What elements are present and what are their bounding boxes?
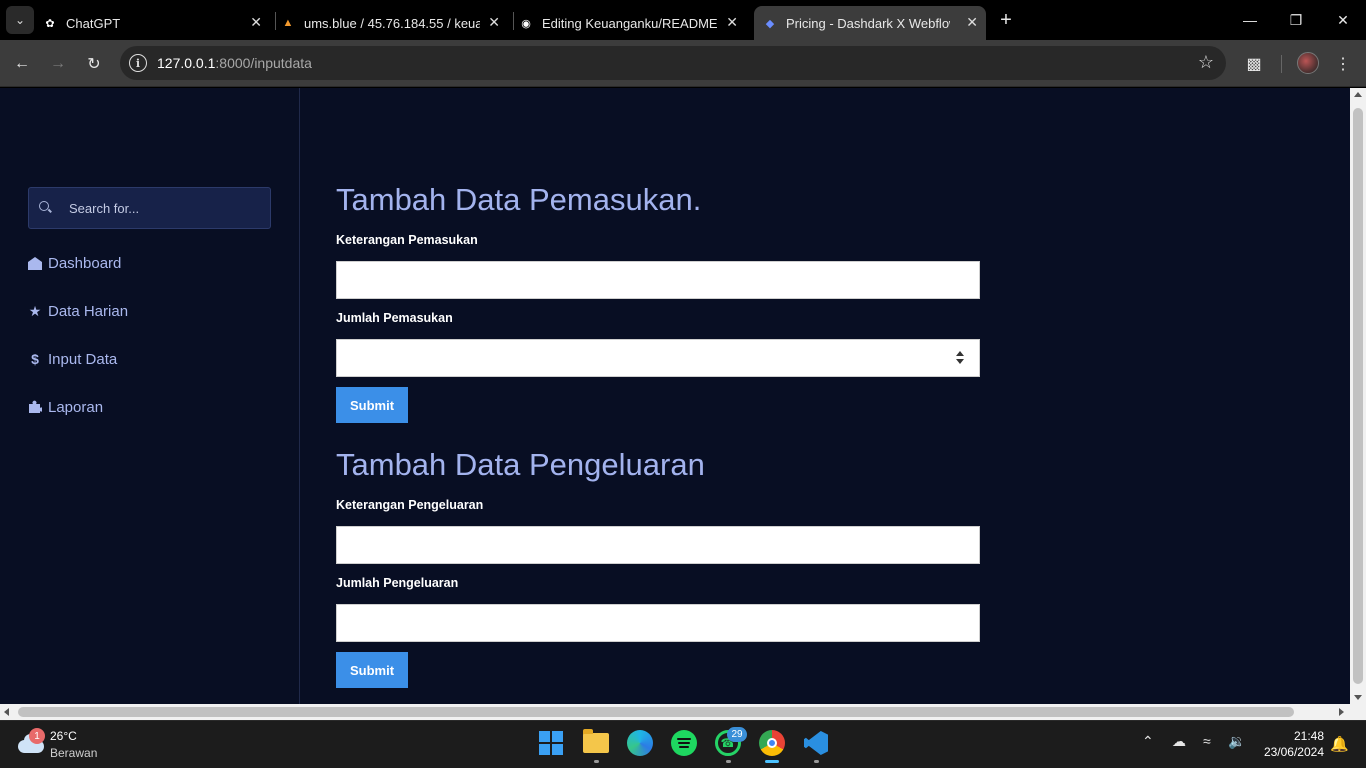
number-spinner-icon[interactable] [955,351,965,365]
expense-description-label: Keterangan Pengeluaran [336,498,484,512]
sidebar-item-label: Laporan [48,398,104,416]
browser-toolbar: ← → ↻ i 127.0.0.1:8000/inputdata ☆ ▩ ⋮ [0,40,1366,87]
spotify-icon[interactable] [670,729,698,757]
github-icon: ◉ [521,17,531,30]
expense-amount-label: Jumlah Pengeluaran [336,576,459,590]
forward-button[interactable]: → [45,51,71,77]
income-submit-button[interactable]: Submit [336,387,408,423]
menu-icon[interactable]: ⋮ [1330,51,1356,77]
scroll-right-icon[interactable] [1339,708,1344,716]
notification-bell-icon[interactable]: 🔔 [1330,735,1349,753]
income-description-label: Keterangan Pemasukan [336,233,478,247]
home-icon [28,256,42,270]
sidebar-item-label: Data Harian [48,302,129,320]
income-amount-label: Jumlah Pemasukan [336,311,453,325]
back-button[interactable]: ← [9,51,35,77]
weather-condition[interactable]: Berawan [50,746,97,760]
bookmark-star-icon[interactable]: ☆ [1198,52,1214,73]
weather-temperature[interactable]: 26°C [50,729,77,743]
weather-badge: 1 [29,728,45,744]
active-app-indicator [765,760,779,763]
sidebar-item-dashboard[interactable]: Dashboard [28,251,121,275]
sidebar: Dashboard ★ Data Harian $ Input Data Lap… [0,88,300,704]
scroll-down-icon[interactable] [1354,695,1362,700]
search-icon [39,201,49,211]
phpmyadmin-icon: ▲ [282,17,294,29]
scroll-left-icon[interactable] [4,708,9,716]
tab-chatgpt[interactable]: ✿ ChatGPT ✕ [42,6,270,40]
windows-start-icon[interactable] [537,729,565,757]
vertical-scrollbar[interactable] [1350,88,1366,704]
scroll-up-icon[interactable] [1354,92,1362,97]
expense-description-field[interactable] [336,526,980,564]
star-icon: ★ [28,302,42,319]
profile-avatar[interactable] [1297,52,1319,74]
windows-taskbar: 1 26°C Berawan ☎ [0,720,1366,768]
chrome-icon[interactable] [758,729,786,757]
search-input[interactable] [69,188,264,228]
chevron-up-icon[interactable]: ⌃ [1142,733,1154,750]
scrollbar-thumb[interactable] [18,707,1294,717]
close-icon[interactable]: ✕ [966,14,978,31]
sidebar-item-label: Input Data [48,350,118,368]
file-explorer-icon[interactable] [582,729,610,757]
extensions-icon[interactable]: ▩ [1241,51,1267,77]
system-clock[interactable]: 21:48 23/06/2024 [1262,728,1324,760]
new-tab-button[interactable]: + [994,8,1018,32]
vscode-icon[interactable] [802,729,830,757]
dollar-icon: $ [31,351,39,367]
whatsapp-notification-badge: 29 [727,727,747,742]
income-form-title: Tambah Data Pemasukan. [336,182,702,217]
expense-form-title: Tambah Data Pengeluaran [336,447,705,482]
url-text[interactable]: 127.0.0.1:8000/inputdata [157,55,312,71]
sidebar-item-label: Dashboard [48,254,122,272]
running-indicator [726,760,731,763]
web-page: Dashboard ★ Data Harian $ Input Data Lap… [0,88,1350,704]
tab-divider [513,12,514,30]
address-bar[interactable]: i 127.0.0.1:8000/inputdata ☆ [120,46,1226,80]
running-indicator [594,760,599,763]
reload-button[interactable]: ↻ [81,51,107,77]
tab-divider [275,12,276,30]
close-icon[interactable]: ✕ [726,14,738,31]
close-icon[interactable]: ✕ [488,14,500,31]
horizontal-scrollbar[interactable] [0,704,1366,720]
income-amount-field[interactable] [336,339,980,377]
tab-title: ChatGPT [66,15,121,31]
onedrive-icon[interactable]: ☁ [1172,733,1186,750]
tab-github[interactable]: ◉ Editing Keuanganku/README.m ✕ [518,6,746,40]
income-description-field[interactable] [336,261,980,299]
tab-title: Pricing - Dashdark X Webflow T [786,15,950,31]
chatgpt-icon: ✿ [45,17,55,30]
scrollbar-thumb[interactable] [1353,108,1363,684]
browser-tab-strip: ⌄ ✿ ChatGPT ✕ ▲ ums.blue / 45.76.184.55 … [0,0,1366,40]
clock-date: 23/06/2024 [1263,745,1324,759]
toolbar-divider [1281,55,1282,73]
site-info-icon[interactable]: i [129,54,147,72]
wifi-icon[interactable]: ≈ [1203,733,1211,749]
tab-phpmyadmin[interactable]: ▲ ums.blue / 45.76.184.55 / keuan ✕ [280,6,508,40]
webflow-icon: ◆ [765,17,775,30]
tab-title: Editing Keuanganku/README.m [542,15,718,31]
clock-time: 21:48 [1293,729,1324,743]
restore-button[interactable]: ❐ [1284,8,1308,32]
puzzle-icon [28,400,42,414]
running-indicator [814,760,819,763]
tab-title: ums.blue / 45.76.184.55 / keuan [304,15,480,31]
search-box[interactable] [28,187,271,229]
expense-submit-button[interactable]: Submit [336,652,408,688]
tab-dashdark[interactable]: ◆ Pricing - Dashdark X Webflow T ✕ [754,6,986,40]
sidebar-item-data-harian[interactable]: ★ Data Harian [28,299,128,323]
sidebar-item-input-data[interactable]: $ Input Data [28,347,117,371]
edge-browser-icon[interactable] [626,729,654,757]
volume-icon[interactable]: 🔉 [1228,733,1245,750]
minimize-button[interactable]: — [1238,8,1262,32]
sidebar-item-laporan[interactable]: Laporan [28,395,103,419]
close-window-button[interactable]: ✕ [1331,8,1355,32]
close-icon[interactable]: ✕ [250,14,262,31]
expense-amount-field[interactable] [336,604,980,642]
tab-search-button[interactable]: ⌄ [6,6,34,34]
